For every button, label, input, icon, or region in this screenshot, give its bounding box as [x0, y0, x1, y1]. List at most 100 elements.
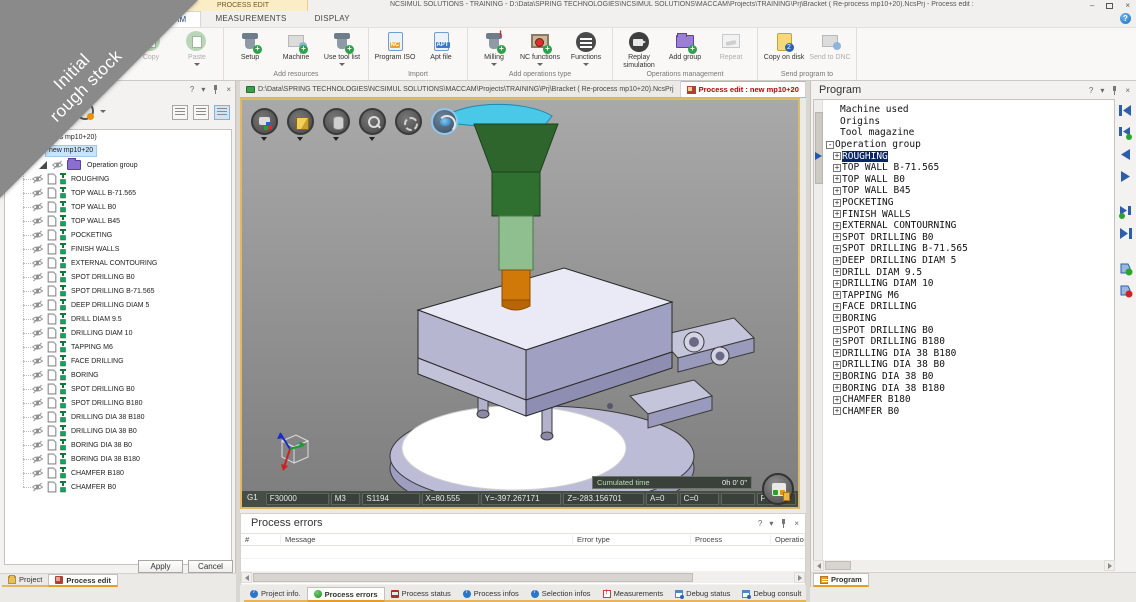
expand-icon[interactable] — [833, 326, 841, 334]
list-view-small-button[interactable] — [172, 105, 188, 120]
expand-icon[interactable] — [833, 407, 841, 415]
add-group-button[interactable]: + Add group — [662, 30, 708, 70]
expand-icon[interactable] — [833, 303, 841, 311]
operation-tree-item[interactable]: DEEP DRILLING DIAM 5 — [5, 298, 231, 312]
program-operation-node[interactable]: FACE DRILLING — [826, 301, 968, 313]
program-operation-group-node[interactable]: Operation group — [826, 139, 968, 151]
project-document-tab[interactable]: D:\Data\SPRING TECHNOLOGIES\NCSIMUL SOLU… — [240, 81, 681, 97]
expand-icon[interactable] — [833, 349, 841, 357]
column-header[interactable]: Error type — [573, 535, 691, 544]
hide-eye-icon[interactable] — [31, 398, 44, 408]
hide-eye-icon[interactable] — [31, 482, 44, 492]
expand-icon[interactable] — [833, 280, 841, 288]
machine-view-icon[interactable] — [762, 473, 794, 505]
pin-icon[interactable] — [780, 519, 787, 528]
expand-icon[interactable] — [833, 233, 841, 241]
program-hscrollbar[interactable] — [813, 560, 1115, 571]
list-view-detail-button[interactable] — [214, 105, 230, 120]
operation-tree-item[interactable]: BORING DIA 38 B0 — [5, 438, 231, 452]
panel-menu-icon[interactable]: ▾ — [769, 519, 773, 528]
program-operation-node[interactable]: DRILLING DIAM 10 — [826, 278, 968, 290]
status-tab[interactable]: Process status — [385, 587, 457, 602]
status-tab[interactable]: Selection infos — [525, 587, 597, 602]
expand-icon[interactable] — [833, 257, 841, 265]
hide-eye-icon[interactable] — [31, 412, 44, 422]
program-operation-node[interactable]: TOP WALL B45 — [826, 185, 968, 197]
hide-eye-icon[interactable] — [31, 258, 44, 268]
program-operation-node[interactable]: TOP WALL B0 — [826, 174, 968, 186]
maximize-button[interactable] — [1106, 3, 1113, 9]
expand-icon[interactable] — [833, 245, 841, 253]
pin-icon[interactable] — [212, 85, 219, 94]
operation-tree-item[interactable]: BORING DIA 38 B180 — [5, 452, 231, 466]
step-back-icon[interactable] — [1118, 147, 1133, 162]
program-vscrollbar[interactable] — [814, 100, 823, 566]
go-last-icon[interactable] — [1118, 226, 1133, 241]
hide-eye-icon[interactable] — [31, 272, 44, 282]
expand-icon[interactable] — [833, 175, 841, 183]
operation-tree-item[interactable]: SPOT DRILLING B-71.565 — [5, 284, 231, 298]
scroll-right-icon[interactable] — [1104, 560, 1115, 571]
program-operation-node[interactable]: SPOT DRILLING B180 — [826, 336, 968, 348]
program-operation-node[interactable]: DEEP DRILLING DIAM 5 — [826, 255, 968, 267]
3d-viewport[interactable]: Cumulated time 0h 0' 0" G1 F30000 M3 S11… — [240, 98, 800, 509]
close-button[interactable]: × — [1125, 1, 1130, 10]
hide-eye-icon[interactable] — [31, 314, 44, 324]
viewport-tool-button[interactable] — [322, 108, 350, 141]
operation-tree-item[interactable]: ROUGHING — [5, 172, 231, 186]
hide-eye-icon[interactable] — [31, 342, 44, 352]
scroll-right-icon[interactable] — [794, 572, 805, 583]
hide-eye-icon[interactable] — [31, 356, 44, 366]
milling-button[interactable]: !+ Milling — [471, 30, 517, 70]
panel-menu-icon[interactable]: ▾ — [201, 85, 205, 94]
simulate-check-green-icon[interactable] — [1118, 261, 1133, 276]
operation-tree-item[interactable]: TOP WALL B-71.565 — [5, 186, 231, 200]
program-operation-node[interactable]: CHAMFER B180 — [826, 394, 968, 406]
panel-help-icon[interactable]: ? — [758, 519, 762, 528]
cancel-button[interactable]: Cancel — [188, 560, 233, 573]
repeat-button[interactable]: Repeat — [708, 30, 754, 70]
program-operation-node[interactable]: BORING DIA 38 B0 — [826, 371, 968, 383]
status-tab[interactable]: Process errors — [307, 587, 385, 602]
program-operation-node[interactable]: TOP WALL B-71.565 — [826, 162, 968, 174]
operation-tree-item[interactable]: TOP WALL B45 — [5, 214, 231, 228]
panel-close-icon[interactable]: × — [226, 85, 231, 94]
operation-tree-item[interactable]: POCKETING — [5, 228, 231, 242]
program-operation-node[interactable]: BORING — [826, 313, 968, 325]
paste-button[interactable]: Paste — [174, 30, 220, 70]
column-header[interactable]: Message — [281, 535, 573, 544]
operation-tree-item[interactable]: SPOT DRILLING B0 — [5, 382, 231, 396]
operation-tree-item[interactable]: SPOT DRILLING B180 — [5, 396, 231, 410]
hide-eye-icon[interactable] — [31, 426, 44, 436]
status-tab[interactable]: Process infos — [457, 587, 525, 602]
scroll-thumb[interactable] — [253, 573, 693, 582]
program-operation-node[interactable]: DRILLING DIA 38 B0 — [826, 359, 968, 371]
program-operation-node[interactable]: SPOT DRILLING B-71.565 — [826, 243, 968, 255]
go-first-icon[interactable] — [1118, 103, 1133, 118]
expand-icon[interactable] — [833, 199, 841, 207]
hide-eye-icon[interactable] — [31, 216, 44, 226]
expand-icon[interactable] — [833, 396, 841, 404]
step-forward-marker-icon[interactable] — [1118, 204, 1133, 219]
panel-tab[interactable]: Project — [2, 574, 48, 587]
program-static-node[interactable]: Tool magazine — [826, 127, 968, 139]
expand-icon[interactable] — [833, 152, 841, 160]
hide-eye-icon[interactable] — [31, 188, 44, 198]
panel-help-icon[interactable]: ? — [190, 85, 194, 94]
program-operation-node[interactable]: DRILLING DIA 38 B180 — [826, 347, 968, 359]
hide-eye-icon[interactable] — [31, 202, 44, 212]
hide-eye-icon[interactable] — [31, 328, 44, 338]
hide-eye-icon[interactable] — [31, 300, 44, 310]
status-tab[interactable]: Project info. — [244, 587, 307, 602]
hide-eye-icon[interactable] — [31, 174, 44, 184]
expand-icon[interactable] — [833, 338, 841, 346]
setup-button[interactable]: + Setup — [227, 30, 273, 70]
expander-icon[interactable] — [39, 161, 47, 169]
scroll-left-icon[interactable] — [813, 560, 824, 571]
viewport-tool-button[interactable] — [430, 108, 458, 141]
operation-tree-item[interactable]: CHAMFER B180 — [5, 466, 231, 480]
scroll-thumb[interactable] — [825, 561, 851, 570]
expand-icon[interactable] — [833, 164, 841, 172]
expand-icon[interactable] — [833, 314, 841, 322]
play-icon[interactable] — [1118, 169, 1133, 184]
